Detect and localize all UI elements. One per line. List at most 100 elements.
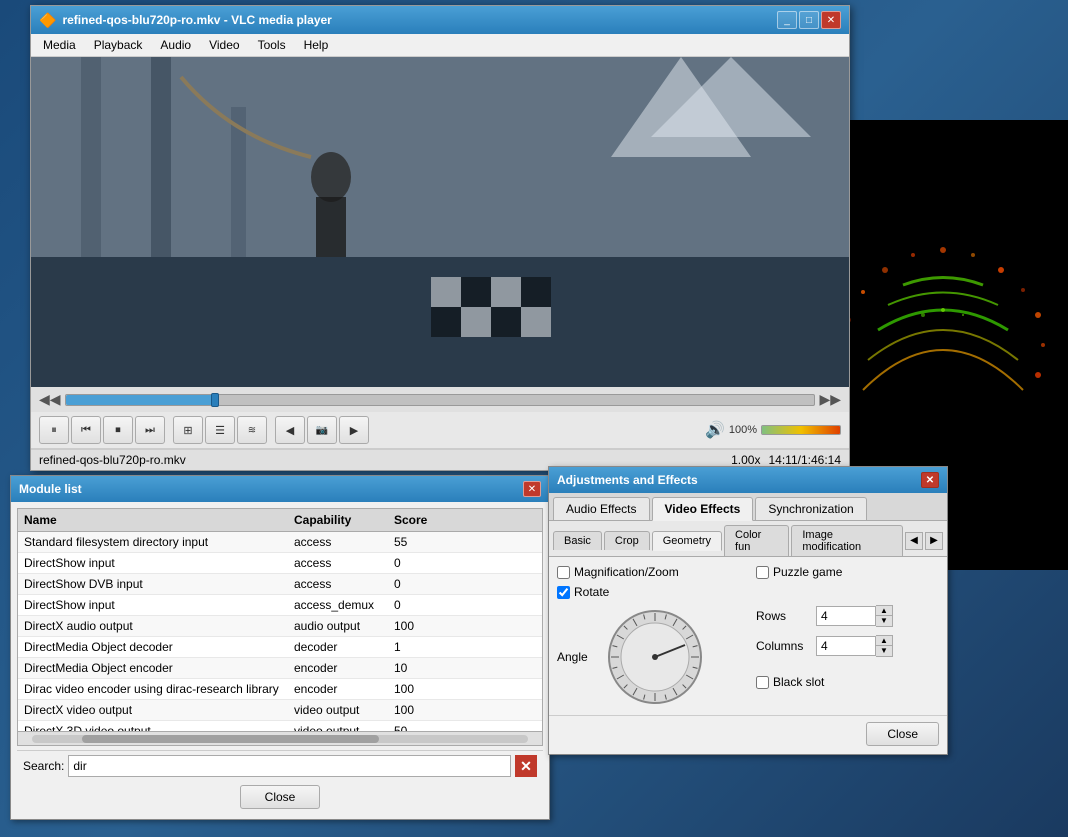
time-display: 14:11/1:46:14	[768, 453, 841, 467]
effects-dialog-close-button[interactable]: ✕	[921, 472, 939, 488]
table-row[interactable]: DirectShow input access_demux 0	[18, 595, 542, 616]
window-title-area: 🔶 refined-qos-blu720p-ro.mkv - VLC media…	[39, 12, 332, 29]
table-row[interactable]: DirectShow input access 0	[18, 553, 542, 574]
playlist-button[interactable]: ☰	[205, 416, 235, 444]
volume-icon[interactable]: 🔊	[705, 420, 725, 440]
subtab-imagemod[interactable]: Image modification	[791, 525, 903, 556]
pause-button[interactable]: ⏸	[39, 416, 69, 444]
search-input[interactable]	[68, 755, 511, 777]
seek-area: ◀◀ ▶▶	[31, 387, 849, 412]
magnification-row: Magnification/Zoom	[557, 565, 740, 579]
table-row[interactable]: Dirac video encoder using dirac-research…	[18, 679, 542, 700]
angle-section: Angle	[557, 607, 740, 707]
subtab-basic[interactable]: Basic	[553, 531, 602, 550]
columns-spin-up[interactable]: ▲	[876, 636, 892, 646]
header-name: Name	[18, 511, 288, 529]
header-capability: Capability	[288, 511, 388, 529]
rows-spin-arrows: ▲ ▼	[876, 605, 893, 627]
video-area	[31, 57, 849, 387]
rows-spin-up[interactable]: ▲	[876, 606, 892, 616]
minimize-button[interactable]: _	[777, 11, 797, 29]
columns-spin-arrows: ▲ ▼	[876, 635, 893, 657]
subtab-crop[interactable]: Crop	[604, 531, 650, 550]
columns-spin-down[interactable]: ▼	[876, 646, 892, 656]
subtab-colorfun[interactable]: Color fun	[724, 525, 789, 556]
maximize-button[interactable]: □	[799, 11, 819, 29]
angle-dial-svg	[605, 607, 705, 707]
window-controls: _ □ ✕	[777, 11, 841, 29]
equalizer-button[interactable]: ≋	[237, 416, 267, 444]
effects-close-button[interactable]: Close	[866, 722, 939, 746]
table-row[interactable]: DirectShow DVB input access 0	[18, 574, 542, 595]
columns-input[interactable]	[816, 636, 876, 656]
header-score: Score	[388, 511, 458, 529]
snapshot-button[interactable]: 📷	[307, 416, 337, 444]
tab-audio-effects[interactable]: Audio Effects	[553, 497, 650, 520]
frame-controls: ◀ 📷 ▶	[275, 416, 369, 444]
view-controls: ⊞ ☰ ≋	[173, 416, 267, 444]
table-row[interactable]: DirectMedia Object encoder encoder 10	[18, 658, 542, 679]
table-row[interactable]: DirectX 3D video output video output 50	[18, 721, 542, 732]
subtab-scroll-arrows: ◀ ▶	[905, 532, 943, 550]
frame-prev-button[interactable]: ◀	[275, 416, 305, 444]
magnification-label: Magnification/Zoom	[574, 565, 679, 579]
angle-dial-container[interactable]	[605, 607, 705, 707]
frame-next-button[interactable]: ▶	[339, 416, 369, 444]
magnification-checkbox[interactable]	[557, 566, 570, 579]
plugin-close-button[interactable]: ✕	[523, 481, 541, 497]
menu-help[interactable]: Help	[296, 36, 337, 54]
search-clear-button[interactable]: ✕	[515, 755, 537, 777]
rows-spin-down[interactable]: ▼	[876, 616, 892, 626]
plugin-list-window: Module list ✕ Name Capability Score Stan…	[10, 475, 550, 820]
menu-video[interactable]: Video	[201, 36, 247, 54]
seek-forward-icon[interactable]: ▶▶	[819, 391, 841, 408]
plugin-close-dialog-button[interactable]: Close	[240, 785, 321, 809]
plugin-window-title: Module list	[19, 482, 82, 496]
menu-bar: Media Playback Audio Video Tools Help	[31, 34, 849, 57]
tab-synchronization[interactable]: Synchronization	[755, 497, 866, 520]
puzzle-game-label: Puzzle game	[773, 565, 842, 579]
next-button[interactable]: ⏭	[135, 416, 165, 444]
menu-media[interactable]: Media	[35, 36, 84, 54]
horizontal-scrollbar[interactable]	[17, 732, 543, 746]
columns-field: Columns ▲ ▼	[756, 635, 939, 657]
menu-playback[interactable]: Playback	[86, 36, 151, 54]
tab-video-effects[interactable]: Video Effects	[652, 497, 754, 521]
plugin-table-body[interactable]: Standard filesystem directory input acce…	[17, 532, 543, 732]
rotate-label: Rotate	[574, 585, 609, 599]
stop-button[interactable]: ⏹	[103, 416, 133, 444]
window-title-text: refined-qos-blu720p-ro.mkv - VLC media p…	[62, 13, 331, 27]
subtab-scroll-left[interactable]: ◀	[905, 532, 923, 550]
menu-audio[interactable]: Audio	[152, 36, 199, 54]
volume-bar[interactable]	[761, 425, 841, 435]
subtab-scroll-right[interactable]: ▶	[925, 532, 943, 550]
rotate-checkbox[interactable]	[557, 586, 570, 599]
table-row[interactable]: DirectMedia Object decoder decoder 1	[18, 637, 542, 658]
rows-field: Rows ▲ ▼	[756, 605, 939, 627]
volume-fill	[762, 426, 840, 434]
aspect-ratio-button[interactable]: ⊞	[173, 416, 203, 444]
prev-button[interactable]: ⏮	[71, 416, 101, 444]
window-close-button[interactable]: ✕	[821, 11, 841, 29]
table-row[interactable]: DirectX audio output audio output 100	[18, 616, 542, 637]
effects-dialog: Adjustments and Effects ✕ Audio Effects …	[548, 466, 948, 755]
menu-tools[interactable]: Tools	[250, 36, 294, 54]
table-row[interactable]: Standard filesystem directory input acce…	[18, 532, 542, 553]
puzzle-game-checkbox[interactable]	[756, 566, 769, 579]
rows-input[interactable]	[816, 606, 876, 626]
geometry-right-column: Puzzle game Rows ▲ ▼ Columns	[756, 565, 939, 707]
rotate-row: Rotate	[557, 585, 740, 599]
h-scroll-thumb[interactable]	[82, 735, 380, 743]
seek-back-icon[interactable]: ◀◀	[39, 391, 61, 408]
window-titlebar: 🔶 refined-qos-blu720p-ro.mkv - VLC media…	[31, 6, 849, 34]
angle-label: Angle	[557, 650, 597, 664]
black-slot-checkbox[interactable]	[756, 676, 769, 689]
seek-bar[interactable]	[65, 394, 816, 406]
seek-thumb[interactable]	[211, 393, 219, 407]
plugin-titlebar: Module list ✕	[11, 476, 549, 502]
subtab-geometry[interactable]: Geometry	[652, 531, 722, 551]
geometry-columns: Magnification/Zoom Rotate Angle	[557, 565, 939, 707]
controls-area: ⏸ ⏮ ⏹ ⏭ ⊞ ☰ ≋ ◀ 📷 ▶ 🔊 100%	[31, 412, 849, 449]
vlc-main-window: 🔶 refined-qos-blu720p-ro.mkv - VLC media…	[30, 5, 850, 471]
table-row[interactable]: DirectX video output video output 100	[18, 700, 542, 721]
